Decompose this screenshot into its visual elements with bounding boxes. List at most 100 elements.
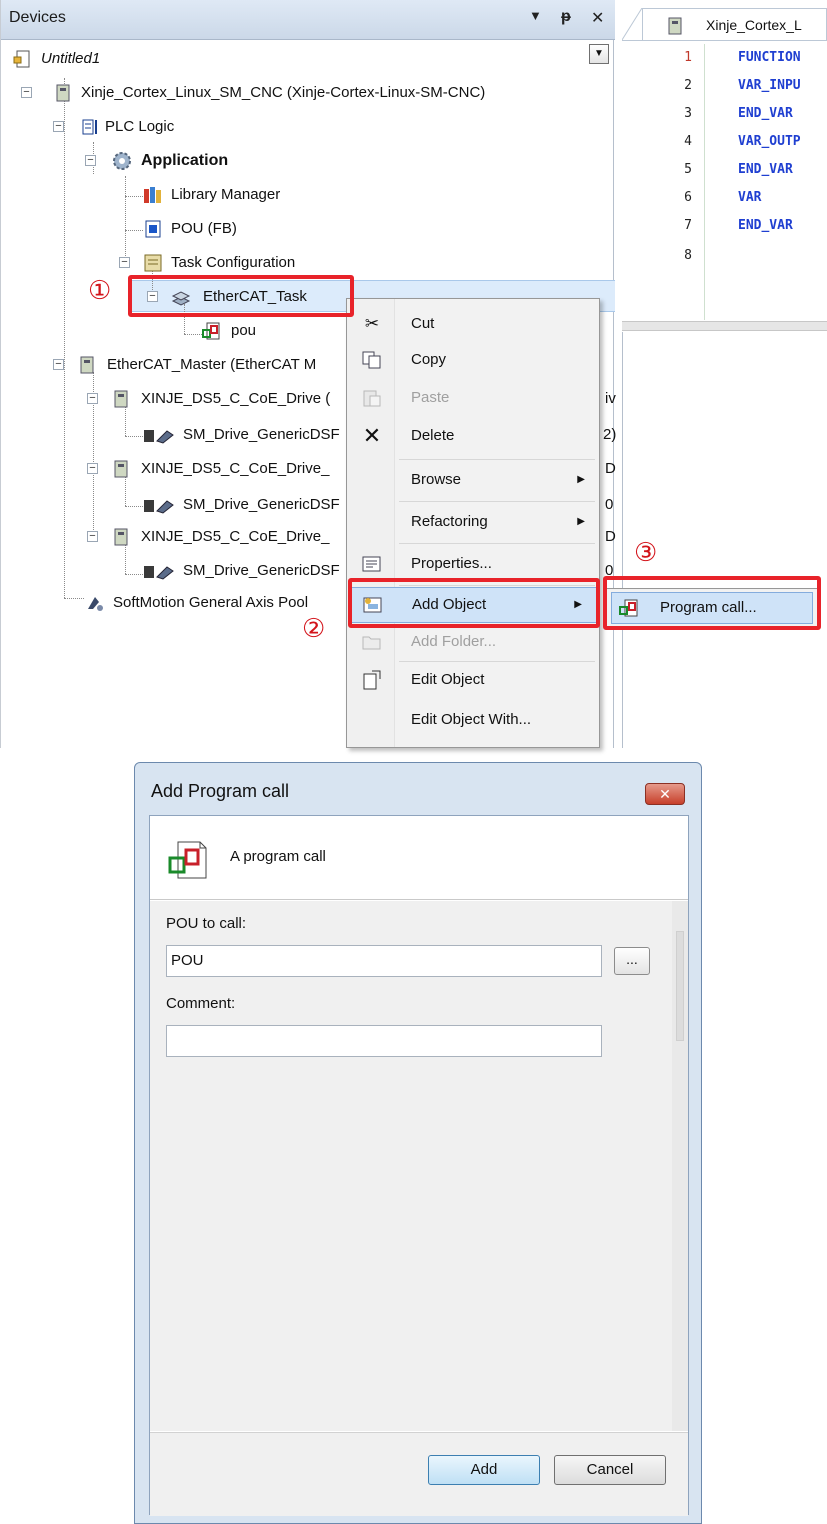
tree-item-pou-fb[interactable]: POU (FB) — [143, 214, 443, 244]
line-number: 3 — [684, 106, 692, 121]
dialog-footer: Add Cancel — [150, 1432, 688, 1516]
line-number: 7 — [684, 218, 692, 233]
collapse-icon[interactable]: − — [87, 531, 98, 542]
tree-label-sm-drive-2: SM_Drive_GenericDSF — [183, 496, 340, 513]
tree-item-untitled[interactable]: Untitled1 — [11, 44, 571, 74]
comment-input[interactable] — [166, 1025, 602, 1057]
tree-label-application: Application — [141, 152, 229, 169]
menu-label: Refactoring — [411, 513, 488, 530]
edit-object-icon — [361, 670, 383, 690]
menu-item-copy[interactable]: Copy — [347, 341, 599, 379]
tree-label-plc-logic: PLC Logic — [105, 118, 175, 135]
highlight-ethercat-task — [128, 275, 354, 317]
step-marker-1: ① — [88, 276, 112, 306]
application-gear-icon — [111, 150, 131, 170]
dialog-scrollbar[interactable] — [672, 901, 688, 1431]
task-configuration-icon — [143, 253, 163, 273]
pou-to-call-input[interactable]: POU — [166, 945, 602, 977]
scissors-icon: ✂ — [364, 314, 380, 333]
menu-item-delete[interactable]: ✕ Delete — [347, 417, 599, 455]
panel-menu-arrow-icon[interactable]: ▼ — [529, 8, 542, 23]
menu-item-paste[interactable]: Paste — [347, 379, 599, 417]
tree-dropdown-button[interactable]: ▼ — [589, 44, 609, 64]
tree-item-sm-drive-3[interactable]: SM_Drive_GenericDSF — [143, 556, 353, 586]
comment-label: Comment: — [166, 995, 236, 1012]
step-marker-3: ③ — [634, 538, 658, 568]
dialog-scrollbar-thumb[interactable] — [676, 931, 684, 1041]
project-icon — [13, 49, 33, 69]
tree-item-drive-1[interactable]: − XINJE_DS5_C_CoE_Drive ( — [87, 384, 357, 414]
menu-label: Add Folder... — [411, 633, 497, 650]
axis-drive-icon — [143, 495, 174, 515]
tree-label-library-manager: Library Manager — [171, 186, 281, 203]
collapse-icon[interactable]: − — [119, 257, 130, 268]
tree-item-device[interactable]: − Xinje_Cortex_Linux_SM_CNC (Xinje-Corte… — [21, 78, 581, 108]
program-call-large-icon — [166, 838, 210, 882]
axis-drive-icon — [143, 561, 174, 581]
device-icon — [111, 459, 131, 479]
menu-item-refactoring[interactable]: Refactoring ▶ — [347, 503, 599, 541]
collapse-icon[interactable]: − — [85, 155, 96, 166]
close-panel-icon[interactable]: ✕ — [591, 8, 604, 28]
cancel-button[interactable]: Cancel — [554, 1455, 666, 1485]
line-number: 8 — [684, 248, 692, 263]
pin-icon[interactable]: ᵽ — [561, 8, 571, 26]
line-number: 6 — [684, 190, 692, 205]
tree-label-task-configuration: Task Configuration — [171, 254, 296, 271]
tree-item-library-manager[interactable]: Library Manager — [143, 180, 443, 210]
code-line: 8 — [622, 244, 827, 268]
plc-logic-icon — [81, 117, 101, 137]
delete-x-icon: ✕ — [362, 423, 382, 448]
devices-title: Devices — [9, 9, 66, 26]
dialog-client-area: A program call POU to call: POU ... Comm… — [149, 815, 689, 1516]
collapse-icon[interactable]: − — [87, 393, 98, 404]
code-text: FUNCTION — [738, 50, 801, 65]
tree-label-untitled: Untitled1 — [41, 50, 101, 67]
collapse-icon[interactable]: − — [53, 121, 64, 132]
add-button[interactable]: Add — [428, 1455, 540, 1485]
menu-separator — [399, 459, 595, 460]
tree-item-ethercat-master[interactable]: − EtherCAT_Master (EtherCAT M — [53, 350, 353, 380]
collapse-icon[interactable]: − — [53, 359, 64, 370]
add-program-call-dialog: Add Program call ✕ A program call POU to… — [134, 762, 702, 1524]
browse-button[interactable]: ... — [614, 947, 650, 975]
tree-item-sm-drive-2[interactable]: SM_Drive_GenericDSF — [143, 490, 353, 520]
dialog-title: Add Program call — [151, 781, 290, 801]
menu-item-browse[interactable]: Browse ▶ — [347, 461, 599, 499]
device-icon — [666, 16, 684, 36]
tree-label-drive-1-tail: iv — [605, 390, 616, 407]
tree-item-pou[interactable]: pou — [201, 316, 321, 346]
menu-item-cut[interactable]: ✂ Cut — [347, 305, 599, 343]
tree-item-application[interactable]: − Application — [85, 146, 485, 176]
tree-label-device: Xinje_Cortex_Linux_SM_CNC (Xinje-Cortex-… — [81, 84, 486, 101]
menu-item-edit-object-with[interactable]: Edit Object With... — [347, 701, 599, 739]
dialog-close-button[interactable]: ✕ — [645, 783, 685, 805]
tree-item-plc-logic[interactable]: − PLC Logic — [53, 112, 453, 142]
code-line: 2 VAR_INPU — [622, 74, 827, 98]
tree-item-drive-2[interactable]: − XINJE_DS5_C_CoE_Drive_ — [87, 454, 357, 484]
editor-tab-title: Xinje_Cortex_L — [706, 17, 802, 33]
collapse-icon[interactable]: − — [87, 463, 98, 474]
tree-label-sm-drive-1: SM_Drive_GenericDSF — [183, 426, 340, 443]
menu-label: Edit Object With... — [411, 711, 532, 728]
line-number: 2 — [684, 78, 692, 93]
highlight-add-object — [348, 578, 600, 628]
tree-item-sm-drive-1[interactable]: SM_Drive_GenericDSF — [143, 420, 353, 450]
context-menu: ✂ Cut Copy Paste ✕ Delete Browse ▶ Refac… — [346, 298, 600, 748]
tree-item-task-configuration[interactable]: − Task Configuration — [119, 248, 419, 278]
collapse-icon[interactable]: − — [21, 87, 32, 98]
pou-fb-icon — [143, 219, 163, 239]
tree-label-axis-pool: SoftMotion General Axis Pool — [113, 594, 309, 611]
dialog-body: POU to call: POU ... Comment: — [150, 901, 688, 1431]
menu-item-edit-object[interactable]: Edit Object — [347, 661, 599, 699]
menu-item-add-folder[interactable]: Add Folder... — [347, 623, 599, 661]
tree-label-drive-2: XINJE_DS5_C_CoE_Drive_ — [141, 460, 330, 477]
submenu-arrow-icon: ▶ — [577, 516, 585, 527]
editor-horizontal-scrollbar[interactable] — [622, 321, 827, 331]
tree-label-drive-3: XINJE_DS5_C_CoE_Drive_ — [141, 528, 330, 545]
tree-item-drive-3[interactable]: − XINJE_DS5_C_CoE_Drive_ — [87, 522, 357, 552]
step-marker-2: ② — [302, 614, 326, 644]
tree-line — [125, 196, 143, 197]
line-number: 1 — [684, 50, 692, 65]
menu-label: Browse — [411, 471, 462, 488]
